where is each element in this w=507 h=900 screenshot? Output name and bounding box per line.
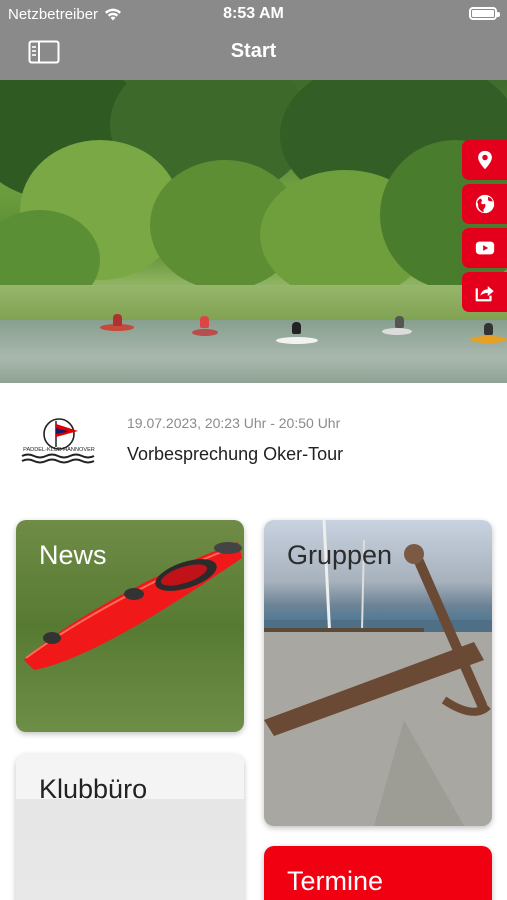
- news-tile-label: News: [39, 540, 107, 570]
- share-button[interactable]: [462, 272, 507, 312]
- svg-text:PADDEL-KLUB HANNOVER: PADDEL-KLUB HANNOVER: [23, 447, 95, 453]
- klubburo-tile[interactable]: Klubbüro: [16, 754, 244, 900]
- gruppen-tile[interactable]: Gruppen: [264, 520, 492, 826]
- hero-image: [0, 80, 507, 383]
- location-button[interactable]: [462, 140, 507, 180]
- battery-icon: [469, 7, 500, 20]
- upcoming-event[interactable]: PADDEL-KLUB HANNOVER 19.07.2023, 20:23 U…: [0, 383, 507, 501]
- river-bank: [0, 285, 507, 323]
- termine-tile[interactable]: Termine: [264, 846, 492, 900]
- website-button[interactable]: [462, 184, 507, 224]
- termine-tile-label: Termine: [287, 866, 384, 896]
- gruppen-tile-label: Gruppen: [287, 540, 393, 570]
- top-bar: Netzbetreiber 8:53 AM Start: [0, 0, 507, 80]
- youtube-icon: [475, 241, 494, 255]
- page-title: Start: [230, 40, 277, 62]
- status-bar: Netzbetreiber 8:53 AM: [0, 0, 507, 28]
- event-title: Vorbesprechung Oker-Tour: [127, 444, 344, 464]
- event-date: 19.07.2023, 20:23 Uhr - 20:50 Uhr: [127, 415, 341, 431]
- side-action-bar: [462, 140, 507, 316]
- location-pin-icon: [477, 150, 492, 170]
- share-icon: [475, 286, 494, 302]
- klubburo-tile-label: Klubbüro: [39, 774, 148, 804]
- river-water: [0, 320, 507, 383]
- status-time: 8:53 AM: [223, 5, 284, 22]
- news-tile[interactable]: News: [16, 520, 244, 732]
- club-logo: PADDEL-KLUB HANNOVER: [21, 418, 95, 464]
- youtube-button[interactable]: [462, 228, 507, 268]
- globe-icon: [475, 194, 494, 214]
